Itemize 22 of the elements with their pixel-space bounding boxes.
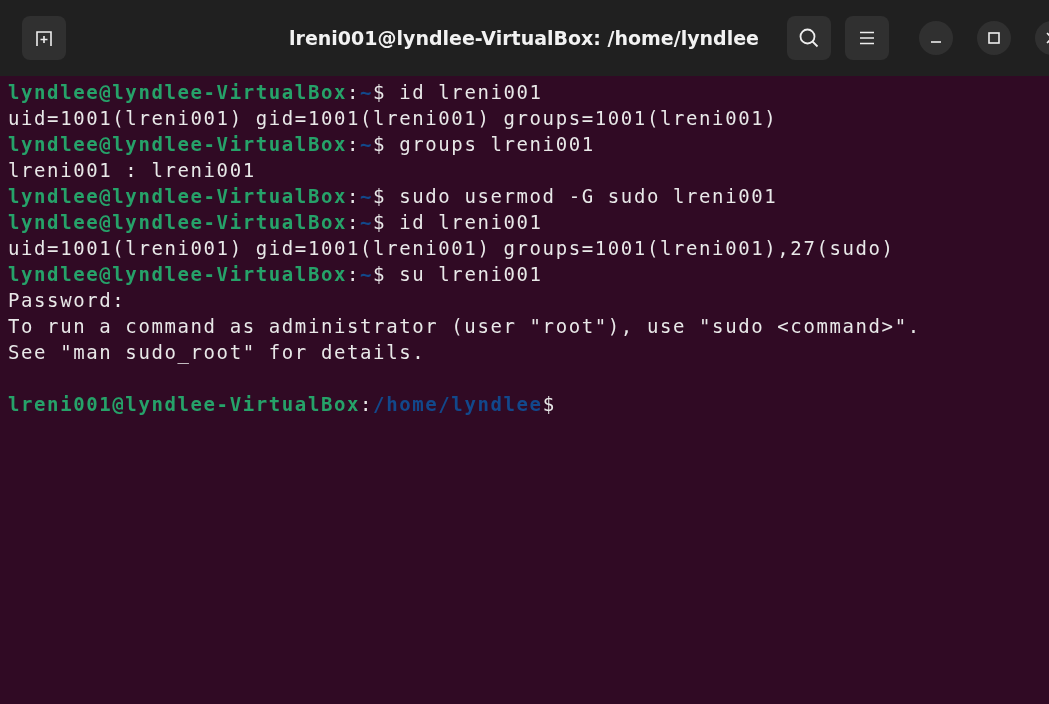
menu-icon <box>859 31 875 45</box>
new-tab-icon <box>35 29 53 47</box>
output-line: Password: <box>8 288 126 313</box>
window-title: lreni001@lyndlee-VirtualBox: /home/lyndlee <box>289 25 759 51</box>
search-icon <box>798 27 820 49</box>
output-line: lreni001 : lreni001 <box>8 158 256 183</box>
search-button[interactable] <box>787 16 831 60</box>
output-line: To run a command as administrator (user "root"), use "sudo <command>". <box>8 314 921 339</box>
prompt-line: lreni001@lyndlee-VirtualBox:/home/lyndlee$ <box>8 392 556 417</box>
prompt-line: lyndlee@lyndlee-VirtualBox:~$ groups lreni001 <box>8 132 595 157</box>
maximize-icon <box>988 32 1000 44</box>
prompt-line: lyndlee@lyndlee-VirtualBox:~$ id lreni001 <box>8 210 543 235</box>
prompt-line: lyndlee@lyndlee-VirtualBox:~$ su lreni001 <box>8 262 543 287</box>
output-line: See "man sudo_root" for details. <box>8 340 426 365</box>
maximize-button[interactable] <box>977 21 1011 55</box>
new-tab-button[interactable] <box>22 16 66 60</box>
prompt-line: lyndlee@lyndlee-VirtualBox:~$ id lreni001 <box>8 80 543 105</box>
menu-button[interactable] <box>845 16 889 60</box>
output-line: uid=1001(lreni001) gid=1001(lreni001) groups=1001(lreni001),27(sudo) <box>8 236 895 261</box>
prompt-line: lyndlee@lyndlee-VirtualBox:~$ sudo usermod -G sudo lreni001 <box>8 184 778 209</box>
minimize-icon <box>930 41 942 43</box>
output-line: uid=1001(lreni001) gid=1001(lreni001) groups=1001(lreni001) <box>8 106 778 131</box>
